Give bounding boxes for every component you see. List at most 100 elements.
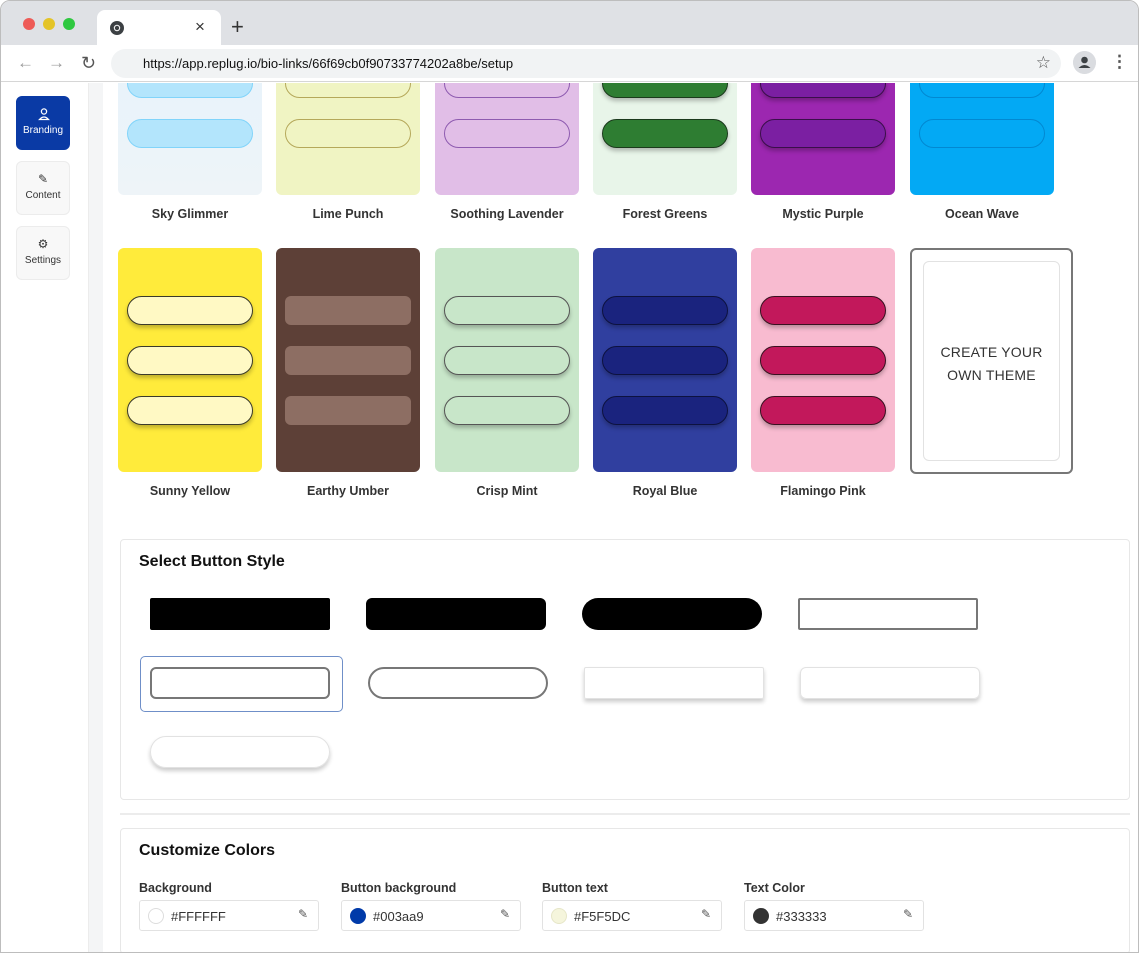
theme-preview-button	[444, 396, 570, 425]
back-icon[interactable]: ←	[17, 52, 34, 74]
sidebar-gutter	[89, 83, 103, 952]
button-style-shadow-rounded[interactable]	[800, 667, 980, 699]
button-style-shadow-square[interactable]	[584, 667, 764, 699]
theme-preview-card[interactable]	[593, 83, 737, 195]
sidebar-item-settings[interactable]: ⚙ Settings	[16, 226, 70, 280]
browser-tab[interactable]: ×	[97, 10, 221, 46]
theme-preview-button	[760, 83, 886, 98]
profile-avatar-icon[interactable]	[1073, 51, 1096, 74]
theme-preview-card[interactable]	[435, 248, 579, 472]
color-swatch[interactable]	[753, 908, 769, 924]
browser-window: × + ← → ↻ https://app.replug.io/bio-link…	[0, 0, 1139, 953]
sidebar-item-label: Branding	[22, 125, 64, 136]
sidebar-item-label: Settings	[24, 255, 62, 266]
theme-preview-card[interactable]	[751, 248, 895, 472]
button-style-outline-rounded[interactable]	[150, 667, 330, 699]
theme-preview-button	[444, 83, 570, 98]
theme-preview-button	[919, 119, 1045, 148]
theme-preview-button	[285, 346, 411, 375]
close-window-button[interactable]	[23, 18, 35, 30]
theme-preview-card[interactable]	[910, 83, 1054, 195]
new-tab-button[interactable]: +	[231, 13, 244, 41]
theme-preview-card[interactable]	[118, 248, 262, 472]
color-field-label: Button background	[341, 881, 457, 895]
theme-preview-button	[127, 119, 253, 148]
theme-preview-button	[602, 119, 728, 148]
sidebar-item-content[interactable]: ✎ Content	[16, 161, 70, 215]
theme-preview-card[interactable]	[593, 248, 737, 472]
theme-preview-button	[127, 83, 253, 98]
theme-name: Sky Glimmer	[151, 207, 229, 221]
color-input[interactable]: #FFFFFF ✎	[139, 900, 319, 931]
button-style-outline-square[interactable]	[798, 598, 978, 630]
main-content: Sky Glimmer Lime Punch Soothing Lavender Fo…	[103, 83, 1138, 952]
theme-preview-button	[760, 396, 886, 425]
color-swatch[interactable]	[350, 908, 366, 924]
color-hex-value[interactable]: #333333	[776, 909, 827, 924]
sidebar-item-label: Content	[25, 190, 61, 201]
create-theme-line1: CREATE YOUR	[940, 344, 1043, 360]
color-hex-value[interactable]: #F5F5DC	[574, 909, 630, 924]
theme-preview-card[interactable]	[435, 83, 579, 195]
close-tab-icon[interactable]: ×	[195, 16, 205, 38]
create-own-theme-card[interactable]: CREATE YOUR OWN THEME	[910, 248, 1073, 474]
theme-preview-button	[760, 346, 886, 375]
create-theme-inner: CREATE YOUR OWN THEME	[923, 261, 1060, 461]
eyedropper-icon[interactable]: ✎	[903, 907, 913, 921]
theme-preview-card[interactable]	[276, 248, 420, 472]
theme-preview-button	[444, 346, 570, 375]
bookmark-star-icon[interactable]: ☆	[1036, 53, 1051, 73]
theme-name: Earthy Umber	[307, 484, 389, 498]
button-style-solid-pill[interactable]	[582, 598, 762, 630]
color-field-label: Text Color	[744, 881, 805, 895]
color-hex-value[interactable]: #FFFFFF	[171, 909, 226, 924]
button-style-outline-pill[interactable]	[368, 667, 548, 699]
theme-preview-button	[127, 296, 253, 325]
color-input[interactable]: #F5F5DC ✎	[542, 900, 722, 931]
eyedropper-icon[interactable]: ✎	[701, 907, 711, 921]
pencil-icon: ✎	[37, 172, 49, 186]
color-hex-value[interactable]: #003aa9	[373, 909, 424, 924]
color-input[interactable]: #003aa9 ✎	[341, 900, 521, 931]
button-style-solid-square[interactable]	[150, 598, 330, 630]
browser-menu-icon[interactable]: ⋮	[1111, 51, 1128, 73]
eyedropper-icon[interactable]: ✎	[298, 907, 308, 921]
theme-name: Mystic Purple	[782, 207, 864, 221]
theme-preview-card[interactable]	[118, 83, 262, 195]
gear-icon: ⚙	[37, 237, 49, 251]
theme-name: Lime Punch	[312, 207, 384, 221]
create-theme-line2: OWN THEME	[947, 367, 1036, 383]
eyedropper-icon[interactable]: ✎	[500, 907, 510, 921]
color-field-label: Button text	[542, 881, 608, 895]
color-input[interactable]: #333333 ✎	[744, 900, 924, 931]
browser-toolbar: ← → ↻ https://app.replug.io/bio-links/66…	[1, 45, 1138, 82]
sidebar-item-branding[interactable]: Branding	[16, 96, 70, 150]
customize-colors-title: Customize Colors	[139, 842, 276, 859]
create-theme-label: CREATE YOUR OWN THEME	[924, 341, 1059, 387]
theme-name: Crisp Mint	[476, 484, 538, 498]
theme-preview-button	[444, 296, 570, 325]
theme-name: Soothing Lavender	[450, 207, 564, 221]
user-icon	[38, 108, 50, 121]
button-style-shadow-pill[interactable]	[150, 736, 330, 768]
theme-preview-card[interactable]	[751, 83, 895, 195]
theme-preview-button	[602, 346, 728, 375]
color-swatch[interactable]	[148, 908, 164, 924]
maximize-window-button[interactable]	[63, 18, 75, 30]
theme-preview-button	[602, 396, 728, 425]
address-bar[interactable]: https://app.replug.io/bio-links/66f69cb0…	[111, 49, 1061, 78]
color-swatch[interactable]	[551, 908, 567, 924]
theme-preview-button	[760, 296, 886, 325]
reload-icon[interactable]: ↻	[81, 52, 96, 74]
url-text[interactable]: https://app.replug.io/bio-links/66f69cb0…	[143, 56, 513, 71]
minimize-window-button[interactable]	[43, 18, 55, 30]
theme-preview-button	[285, 83, 411, 98]
theme-preview-button	[919, 83, 1045, 98]
theme-preview-button	[602, 83, 728, 98]
theme-name: Ocean Wave	[945, 207, 1019, 221]
button-style-solid-rounded[interactable]	[366, 598, 546, 630]
theme-preview-button	[127, 396, 253, 425]
theme-preview-card[interactable]	[276, 83, 420, 195]
color-field-label: Background	[139, 881, 212, 895]
forward-icon[interactable]: →	[48, 52, 65, 74]
